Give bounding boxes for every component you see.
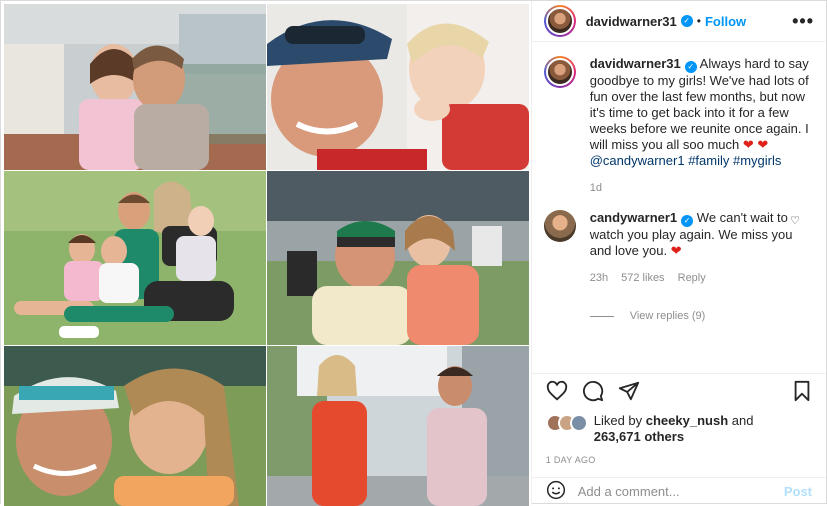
liker-avatars bbox=[545, 413, 588, 432]
likes-count-link[interactable]: 263,671 others bbox=[594, 429, 684, 444]
heart-emoji-icon: ❤ bbox=[670, 243, 682, 258]
emoji-smiley-icon[interactable] bbox=[546, 480, 566, 503]
likes-summary: Liked by cheeky_nush and 263,671 others bbox=[532, 413, 826, 449]
commenter-username[interactable]: candywarner1 bbox=[590, 210, 677, 225]
photo-dad-kissing-daughter bbox=[4, 4, 266, 170]
like-comment-heart-icon[interactable]: ♡ bbox=[790, 214, 800, 227]
caption-avatar[interactable] bbox=[543, 56, 576, 88]
heart-emoji-icon: ❤ ❤ bbox=[742, 137, 769, 152]
photo-selfie-with-toddler bbox=[267, 4, 529, 170]
mention-link[interactable]: @candywarner1 bbox=[590, 153, 685, 168]
liker-avatar bbox=[569, 414, 588, 432]
follow-button[interactable]: Follow bbox=[705, 14, 746, 29]
hashtags-link[interactable]: #family #mygirls bbox=[688, 153, 781, 168]
comment-meta: 23h 572 likes Reply bbox=[590, 270, 810, 286]
caption: davidwarner31 ✓ Always hard to say goodby… bbox=[543, 56, 814, 196]
photo-cricketer-with-daughter bbox=[267, 171, 529, 345]
add-comment-bar: Add a comment... Post bbox=[531, 477, 826, 505]
view-replies-label: View replies (9) bbox=[629, 310, 706, 322]
save-bookmark-icon[interactable] bbox=[792, 380, 812, 407]
likes-and: and bbox=[731, 413, 754, 428]
caption-body: davidwarner31 ✓ Always hard to say goodby… bbox=[590, 56, 810, 196]
commenter-avatar[interactable] bbox=[543, 210, 576, 242]
collage-grid bbox=[4, 4, 529, 506]
view-replies-button[interactable]: View replies (9) bbox=[589, 310, 814, 322]
comment-item: candywarner1 ✓ We can't wait to watch you… bbox=[543, 210, 814, 286]
replies-divider bbox=[589, 315, 614, 317]
like-heart-icon[interactable] bbox=[546, 380, 568, 407]
caption-username[interactable]: davidwarner31 bbox=[590, 56, 681, 71]
photo-wife-kissing-husband bbox=[4, 346, 266, 506]
likes-user-link[interactable]: cheeky_nush bbox=[646, 413, 728, 428]
post-comment-button[interactable]: Post bbox=[784, 484, 812, 499]
author-avatar[interactable] bbox=[543, 5, 576, 37]
post-sidebar: davidwarner31 ✓ • Follow ••• davidwarner… bbox=[530, 1, 826, 505]
verified-badge-icon: ✓ bbox=[681, 215, 694, 227]
post-timestamp: 1 DAY AGO bbox=[545, 455, 596, 465]
post-header: davidwarner31 ✓ • Follow ••• bbox=[531, 1, 826, 42]
comments-section[interactable]: davidwarner31 ✓ Always hard to say goodby… bbox=[532, 42, 826, 373]
photo-family-on-grass bbox=[4, 171, 266, 345]
caption-meta: 1d bbox=[590, 180, 810, 196]
comment-age: 23h bbox=[589, 272, 609, 284]
caption-age: 1d bbox=[589, 182, 602, 194]
author-username[interactable]: davidwarner31 bbox=[586, 14, 677, 29]
share-paper-plane-icon[interactable] bbox=[618, 380, 640, 407]
verified-badge-icon: ✓ bbox=[680, 15, 693, 27]
action-bar bbox=[531, 373, 826, 413]
more-options-icon[interactable]: ••• bbox=[792, 11, 814, 32]
verified-badge-icon: ✓ bbox=[684, 61, 697, 73]
comment-bubble-icon[interactable] bbox=[582, 380, 604, 407]
photo-collage[interactable] bbox=[1, 1, 531, 506]
comment-body: candywarner1 ✓ We can't wait to watch you… bbox=[590, 210, 810, 286]
reply-button[interactable]: Reply bbox=[678, 272, 706, 284]
likes-text: Liked by cheeky_nush and 263,671 others bbox=[594, 413, 754, 445]
add-comment-input[interactable]: Add a comment... bbox=[578, 484, 784, 499]
likes-prefix: Liked by bbox=[593, 413, 643, 428]
separator-dot: • bbox=[696, 14, 701, 28]
comment-likes[interactable]: 572 likes bbox=[621, 272, 664, 284]
instagram-post: davidwarner31 ✓ • Follow ••• davidwarner… bbox=[0, 0, 827, 506]
photo-couple-walking bbox=[267, 346, 529, 506]
